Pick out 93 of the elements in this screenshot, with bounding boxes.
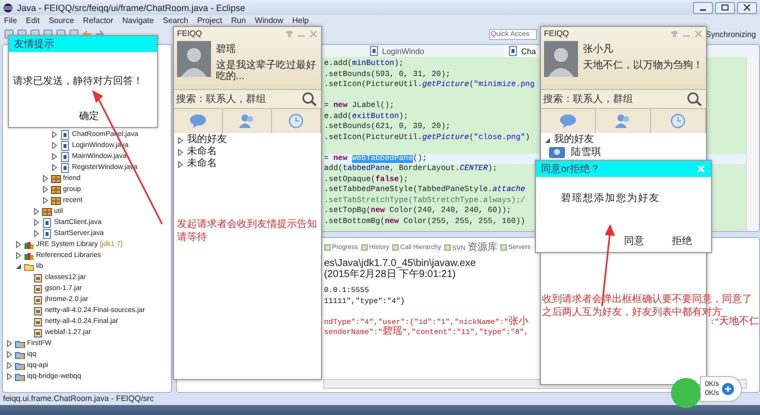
menu-item[interactable]: Source <box>48 16 74 25</box>
close-icon <box>741 3 753 12</box>
editor-tab[interactable]: LoginWindo <box>365 45 424 57</box>
dialog-message: 碧瑶想添加您为好友 <box>560 192 661 205</box>
people-icon <box>614 113 632 129</box>
menu-item[interactable]: Edit <box>26 16 40 25</box>
contact-group[interactable]: 未命名 <box>174 158 321 170</box>
package-icon <box>51 184 61 194</box>
collapsed-arrow-icon[interactable] <box>51 142 58 149</box>
dialog-title: 友情提示 <box>14 38 54 51</box>
clock-icon <box>669 113 687 129</box>
app-title: FEIQQ <box>177 29 202 38</box>
dialog-title: 同意or拒绝？ <box>541 162 600 176</box>
menu-item[interactable]: Navigate <box>122 16 154 25</box>
view-icon <box>444 244 452 250</box>
avatar-silhouette-icon <box>544 41 578 77</box>
restore-icon <box>719 3 731 12</box>
console-path: es\Java\jdk1.7.0_45\bin\javaw.exe (2015年2月28日 下午9:01:21) <box>324 258 477 280</box>
collapsed-arrow-icon[interactable] <box>42 175 49 182</box>
dialog-button[interactable]: 拒绝 <box>672 234 692 248</box>
collapsed-arrow-icon[interactable] <box>42 186 49 193</box>
collapsed-arrow-icon[interactable] <box>6 373 13 380</box>
collapsed-arrow-icon[interactable] <box>33 208 40 215</box>
package-icon <box>51 196 61 206</box>
collapsed-arrow-icon[interactable] <box>42 197 49 204</box>
collapsed-arrow-icon[interactable] <box>6 351 13 358</box>
ball-icon <box>671 378 701 408</box>
package-icon <box>42 206 52 216</box>
project-folder-icon <box>15 338 25 348</box>
close-button[interactable] <box>737 2 757 14</box>
collapsed-arrow-icon[interactable] <box>33 219 40 226</box>
package-icon <box>51 174 61 184</box>
speech-bubble-icon <box>189 113 207 129</box>
user-signature: 这是我这辈子吃过最好吃的... <box>216 60 317 82</box>
dialog-button[interactable]: 确定 <box>79 109 99 123</box>
contact-group[interactable]: 未命名 <box>174 146 321 158</box>
minimize-button[interactable] <box>693 2 713 14</box>
maximize-button[interactable] <box>715 2 735 14</box>
collapsed-arrow-icon[interactable] <box>6 362 13 369</box>
menu-item[interactable]: Search <box>162 16 188 25</box>
plus-icon[interactable] <box>722 383 734 395</box>
folder-icon <box>24 262 34 272</box>
collapsed-arrow-icon[interactable] <box>177 136 184 144</box>
collapsed-arrow-icon[interactable] <box>6 340 13 347</box>
project-folder-icon <box>15 360 25 370</box>
search-field[interactable]: 搜索：联系人，群组 <box>541 89 706 109</box>
status-text: feiqq.ui.frame.ChatRoom.java - FEIQQ/src <box>2 393 155 405</box>
collapsed-arrow-icon[interactable] <box>15 252 22 259</box>
collapsed-arrow-icon[interactable] <box>15 241 22 248</box>
user-name: 张小凡 <box>583 42 614 56</box>
expanded-arrow-icon[interactable] <box>544 136 551 144</box>
view-icon <box>392 244 400 250</box>
collapsed-arrow-icon[interactable] <box>33 230 40 237</box>
expanded-arrow-icon[interactable] <box>15 263 22 270</box>
speech-bubble-icon <box>559 113 577 129</box>
contact-group[interactable]: 我的好友 <box>174 134 321 146</box>
project-folder-icon <box>15 372 25 382</box>
view-icon <box>361 244 368 250</box>
dialog-message: 请求已发送，静待对方回答！ <box>12 74 144 88</box>
menu-item[interactable]: Help <box>292 16 309 25</box>
perspective-button[interactable]: Synchronizing <box>706 30 756 38</box>
clock-icon <box>287 113 305 129</box>
menu-item[interactable]: Window <box>254 16 284 25</box>
menu-item[interactable]: File <box>4 16 17 25</box>
view-icon <box>500 244 508 250</box>
window-title: Java - FEIQQ/src/feiqq/ui/frame/ChatRoom.java - Eclipse <box>17 2 246 12</box>
dialog-button[interactable]: 同意 <box>624 234 644 248</box>
collapsed-arrow-icon[interactable] <box>177 160 184 168</box>
collapsed-arrow-icon[interactable] <box>51 164 58 171</box>
eclipse-icon <box>3 2 13 12</box>
view-icon <box>324 244 331 250</box>
contact-group[interactable]: 我的好友 <box>541 134 706 146</box>
avatar-icon <box>549 146 565 158</box>
collapsed-arrow-icon[interactable] <box>51 153 58 160</box>
editor-tab[interactable]: Cha <box>504 45 536 57</box>
people-icon <box>238 113 256 129</box>
menu-item[interactable]: Run <box>231 16 246 25</box>
user-signature: 天地不仁，以万物为刍狗！ <box>583 60 703 71</box>
search-input[interactable]: 搜索：联系人，群组 <box>176 94 301 104</box>
search-icon[interactable] <box>686 92 702 106</box>
app-title: FEIQQ <box>544 29 569 38</box>
search-icon[interactable] <box>301 92 317 106</box>
contact-item[interactable]: 陆雪琪 <box>541 146 706 158</box>
project-folder-icon <box>15 350 25 360</box>
search-input[interactable]: 搜索：联系人，群组 <box>543 94 686 104</box>
menu-item[interactable]: Project <box>197 16 222 25</box>
annotation-text: 发起请求者会收到友情提示告知请等待 <box>177 218 318 244</box>
collapsed-arrow-icon[interactable] <box>177 148 184 156</box>
collapsed-arrow-icon[interactable] <box>51 131 58 138</box>
user-name: 碧瑶 <box>216 42 237 56</box>
menu-item[interactable]: Refactor <box>83 16 114 25</box>
search-field[interactable]: 搜索：联系人，群组 <box>174 89 321 109</box>
avatar-silhouette-icon <box>177 41 211 77</box>
